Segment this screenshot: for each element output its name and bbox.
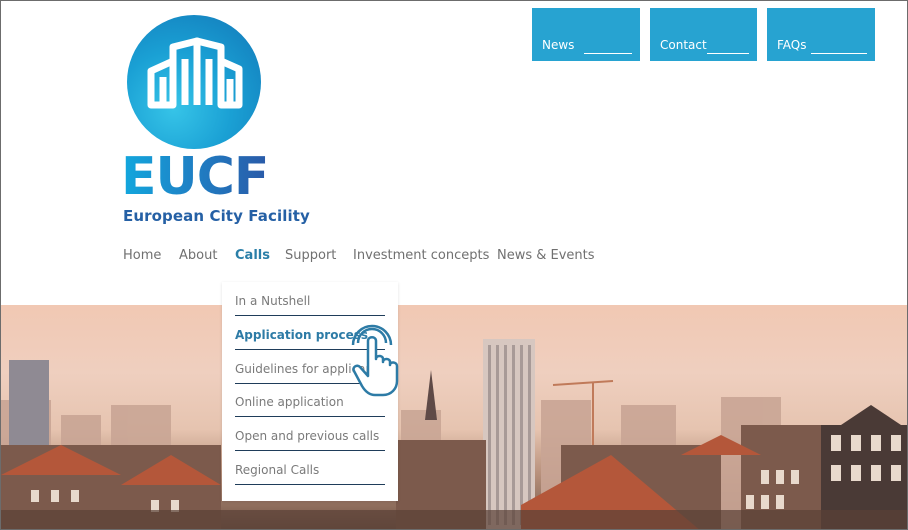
nav-about[interactable]: About [179, 248, 217, 263]
divider [235, 484, 385, 485]
nav-news-events[interactable]: News & Events [497, 248, 595, 263]
underline-decoration [811, 53, 867, 54]
nav-calls[interactable]: Calls [235, 248, 270, 263]
dropdown-item-label: Online application [235, 395, 344, 409]
hero-city-image [1, 305, 907, 529]
top-nav-faqs-label: FAQs [777, 38, 807, 52]
top-nav-faqs-button[interactable]: FAQs [767, 8, 875, 61]
nav-support[interactable]: Support [285, 248, 336, 263]
dropdown-item-label: In a Nutshell [235, 294, 311, 308]
nav-investment-concepts[interactable]: Investment concepts [353, 248, 489, 263]
dropdown-item-open-previous-calls[interactable]: Open and previous calls [235, 417, 385, 451]
browser-frame: News Contact FAQs EUCF European City Fac… [0, 0, 908, 530]
logo-wordmark[interactable]: EUCF [121, 151, 269, 203]
dropdown-item-label: Open and previous calls [235, 429, 380, 443]
dropdown-item-label: Regional Calls [235, 463, 320, 477]
top-nav-news-button[interactable]: News [532, 8, 640, 61]
underline-decoration [584, 53, 632, 54]
city-skyline-illustration [1, 339, 907, 529]
underline-decoration [707, 53, 749, 54]
top-nav-news-label: News [542, 38, 575, 52]
nav-home[interactable]: Home [123, 248, 161, 263]
top-nav-contact-label: Contact [660, 38, 707, 52]
dropdown-item-regional-calls[interactable]: Regional Calls [235, 451, 385, 485]
top-nav-contact-button[interactable]: Contact [650, 8, 757, 61]
eucf-logo-circle[interactable] [127, 15, 261, 149]
logo-subtitle: European City Facility [123, 207, 310, 225]
building-logo-icon [147, 37, 243, 109]
dropdown-item-in-a-nutshell[interactable]: In a Nutshell [235, 282, 385, 316]
pointer-hand-icon [351, 324, 399, 397]
